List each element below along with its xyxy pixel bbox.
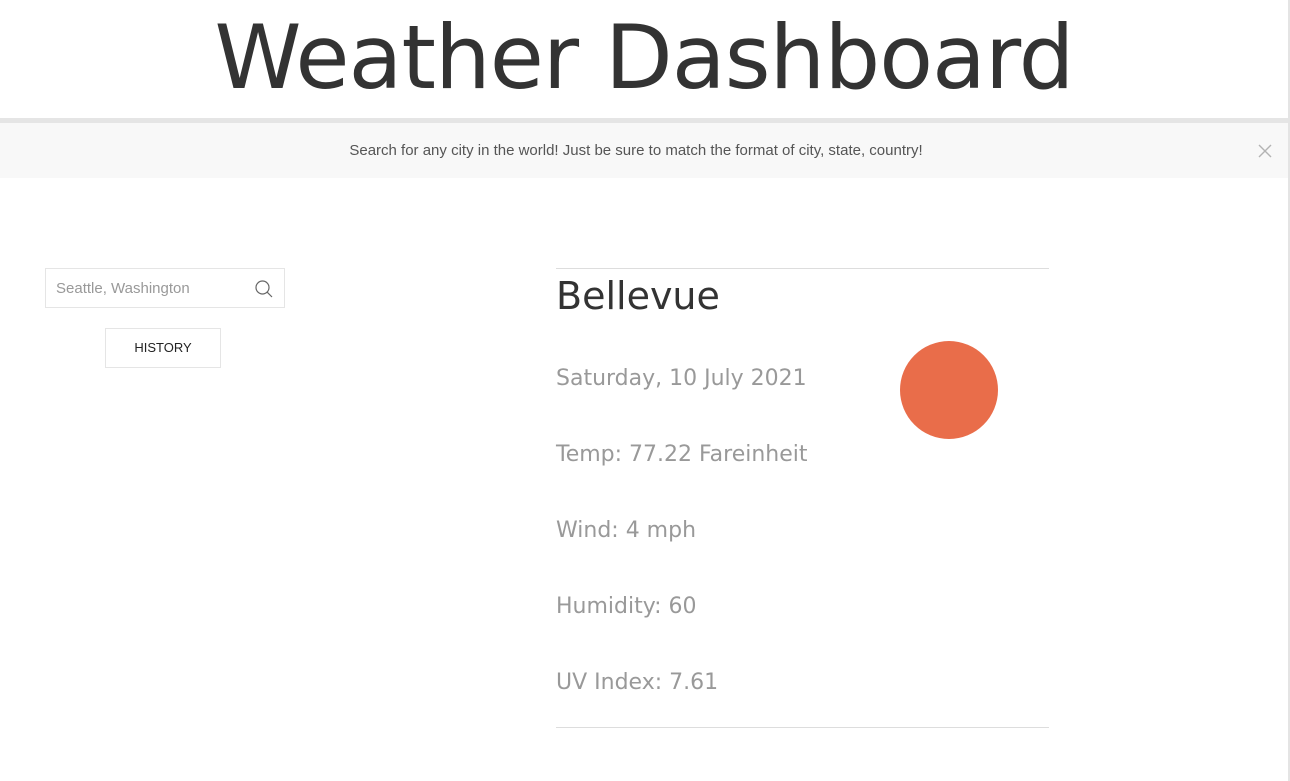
search-icon[interactable] (254, 279, 274, 299)
uv-indicator (900, 341, 998, 439)
notice-text: Search for any city in the world! Just b… (349, 142, 923, 159)
weather-temp: Temp: 77.22 Fareinheit (556, 442, 808, 467)
close-icon-glyph (1258, 144, 1272, 158)
card-top-divider (556, 268, 1049, 269)
history-button[interactable]: HISTORY (105, 328, 221, 368)
weather-humidity: Humidity: 60 (556, 594, 697, 619)
page: Weather Dashboard Search for any city in… (0, 0, 1290, 781)
weather-wind: Wind: 4 mph (556, 518, 697, 543)
close-icon[interactable] (1256, 142, 1274, 160)
weather-date: Saturday, 10 July 2021 (556, 366, 807, 391)
search-box (45, 268, 285, 308)
weather-uv-index: UV Index: 7.61 (556, 670, 719, 695)
weather-card: Bellevue Saturday, 10 July 2021 Temp: 77… (556, 268, 1049, 728)
notice-banner: Search for any city in the world! Just b… (0, 123, 1288, 178)
card-bottom-divider (556, 727, 1049, 728)
page-title: Weather Dashboard (214, 6, 1075, 109)
search-icon-glyph (255, 280, 273, 298)
page-header: Weather Dashboard (0, 0, 1288, 118)
city-name: Bellevue (556, 274, 720, 318)
search-input[interactable] (46, 269, 256, 307)
